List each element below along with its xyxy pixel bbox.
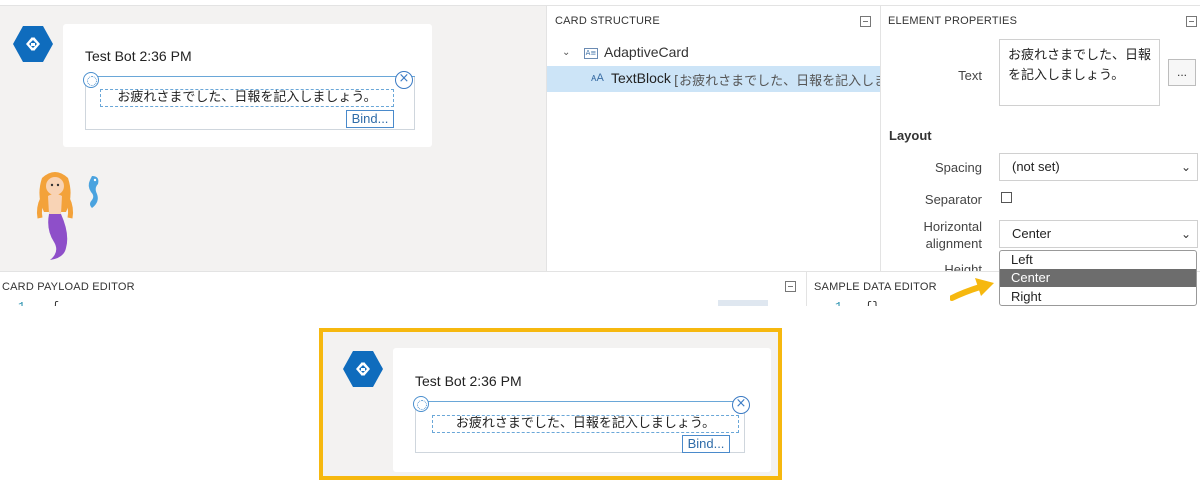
minimize-icon[interactable]: [1186, 16, 1197, 27]
height-label: Height: [944, 263, 982, 271]
selection-outline: [85, 76, 415, 77]
drag-handle-icon[interactable]: [413, 396, 429, 412]
bot-avatar-icon: [12, 24, 54, 64]
text-label: Text: [958, 68, 982, 83]
layout-heading: Layout: [889, 128, 932, 143]
halign-dropdown[interactable]: Left Center Right: [999, 250, 1197, 306]
text-icon: ᴀA: [591, 72, 604, 84]
card-structure-panel: CARD STRUCTURE ⌄ A≡ AdaptiveCard ᴀA Text…: [546, 6, 881, 271]
tree-item-adaptivecard[interactable]: AdaptiveCard: [604, 44, 689, 60]
code-line[interactable]: {: [52, 301, 59, 306]
halign-label: Horizontal alignment: [923, 219, 982, 251]
textblock-element[interactable]: お疲れさまでした、日報を記入しましょう。: [100, 89, 394, 107]
designer-screenshot: Test Bot 2:36 PM × お疲れさまでした、日報を記入しましょう。 …: [0, 0, 1200, 306]
halign-value: Center: [1012, 226, 1052, 241]
bind-button[interactable]: Bind...: [682, 435, 730, 453]
code-line[interactable]: {}: [865, 301, 879, 306]
close-icon[interactable]: ×: [732, 396, 750, 414]
card-preview-pane: Test Bot 2:36 PM × お疲れさまでした、日報を記入しましょう。 …: [0, 6, 546, 271]
panel-title: ELEMENT PROPERTIES: [888, 15, 1018, 27]
card-payload-editor: CARD PAYLOAD EDITOR 1 {: [0, 271, 806, 306]
bind-button[interactable]: Bind...: [346, 110, 394, 128]
textblock-element[interactable]: お疲れさまでした、日報を記入しましょう。: [432, 415, 739, 433]
tree-item-preview: [お疲れさまでした、日報を記入しま: [674, 74, 881, 89]
panel-title: SAMPLE DATA EDITOR: [814, 281, 937, 293]
tree-item-label: TextBlock: [611, 70, 671, 86]
bot-message-card: Test Bot 2:36 PM × お疲れさまでした、日報を記入しましょう。 …: [393, 348, 771, 472]
separator-label: Separator: [924, 192, 982, 207]
line-number: 1: [835, 301, 842, 306]
panel-title: CARD PAYLOAD EDITOR: [2, 281, 135, 293]
bot-message-card: Test Bot 2:36 PM × お疲れさまでした、日報を記入しましょう。 …: [63, 24, 432, 147]
code-minimap: [718, 300, 768, 306]
spacing-value: (not set): [1012, 159, 1060, 174]
close-icon[interactable]: ×: [395, 71, 413, 89]
option-center[interactable]: Center: [1000, 269, 1196, 287]
chevron-down-icon[interactable]: ⌄: [562, 47, 570, 58]
tree-item-textblock[interactable]: ᴀA TextBlock [お疲れさまでした、日報を記入しま: [547, 66, 881, 92]
drag-handle-icon[interactable]: [83, 72, 99, 88]
seahorse-icon: [86, 174, 102, 214]
spacing-label: Spacing: [935, 160, 982, 175]
bot-avatar-icon: [342, 349, 384, 389]
more-button[interactable]: ...: [1168, 59, 1196, 86]
card-icon: A≡: [584, 48, 598, 59]
minimize-icon[interactable]: [785, 281, 796, 292]
option-right[interactable]: Right: [1000, 288, 1196, 305]
option-left[interactable]: Left: [1000, 251, 1196, 269]
selection-outline: [415, 401, 745, 402]
line-number: 1: [18, 301, 25, 306]
sender-label: Test Bot 2:36 PM: [415, 373, 522, 389]
arrow-icon: [949, 276, 996, 306]
spacing-select[interactable]: (not set) ⌄: [999, 153, 1198, 181]
mermaid-icon: [30, 168, 80, 267]
highlighted-preview: Test Bot 2:36 PM × お疲れさまでした、日報を記入しましょう。 …: [319, 328, 782, 480]
chevron-down-icon: ⌄: [1180, 160, 1191, 174]
sender-label: Test Bot 2:36 PM: [85, 48, 192, 64]
halign-select[interactable]: Center ⌄: [999, 220, 1198, 248]
text-field[interactable]: お疲れさまでした、日報を記入しましょう。: [999, 39, 1160, 106]
minimize-icon[interactable]: [860, 16, 871, 27]
separator-checkbox[interactable]: [1001, 192, 1012, 203]
chevron-down-icon: ⌄: [1180, 227, 1191, 241]
panel-title: CARD STRUCTURE: [555, 15, 660, 27]
